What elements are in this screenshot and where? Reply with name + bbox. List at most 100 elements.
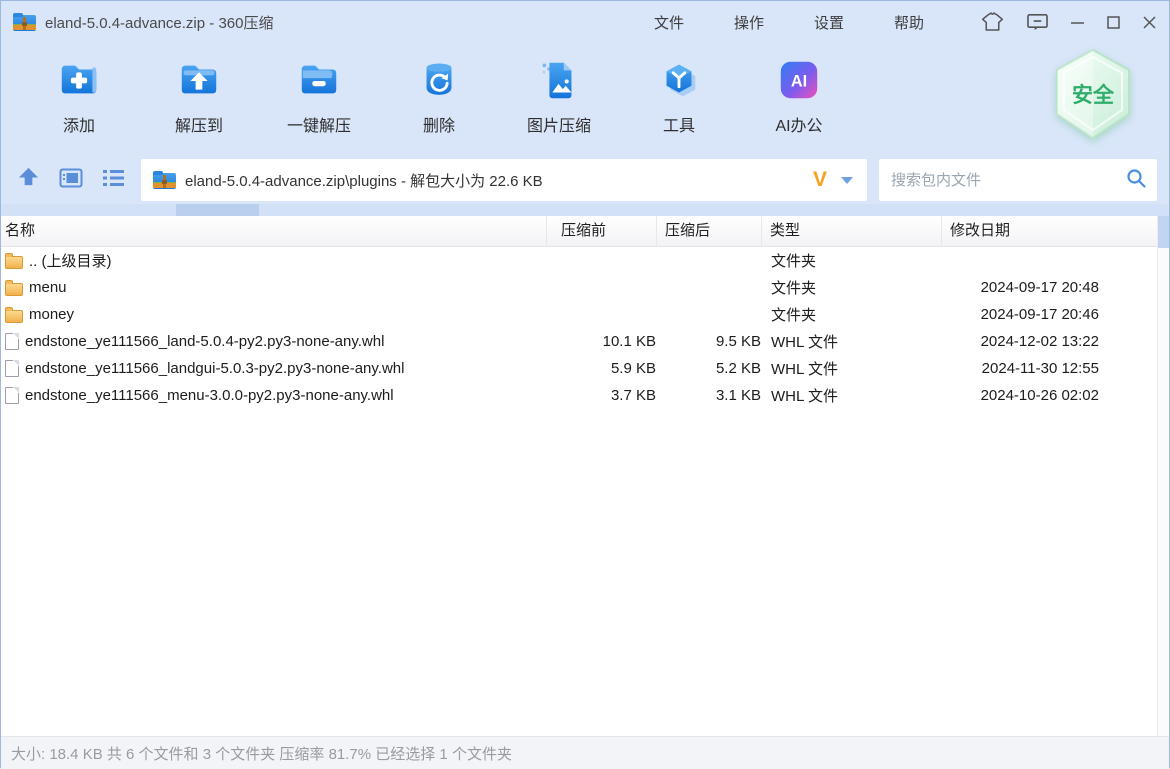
toolbar-label: 添加 bbox=[63, 112, 95, 136]
address-row: eland-5.0.4-advance.zip\plugins - 解包大小为 … bbox=[1, 156, 1169, 204]
extract-to-button[interactable]: 解压到 bbox=[139, 57, 259, 136]
file-icon bbox=[5, 387, 19, 404]
modified-date: 2024-12-02 13:22 bbox=[941, 333, 1157, 350]
file-type: 文件夹 bbox=[761, 277, 941, 298]
image-compress-icon bbox=[536, 57, 582, 103]
titlebar-icons bbox=[980, 1, 1157, 43]
vertical-scrollbar-thumb[interactable] bbox=[1158, 216, 1169, 248]
modified-date: 2024-09-17 20:48 bbox=[941, 279, 1157, 296]
modified-date: 2024-09-17 20:46 bbox=[941, 306, 1157, 323]
status-bar: 大小: 18.4 KB 共 6 个文件和 3 个文件夹 压缩率 81.7% 已经… bbox=[1, 736, 1169, 769]
file-name: money bbox=[29, 306, 74, 323]
toolbar-label: 删除 bbox=[423, 112, 455, 136]
extract-to-icon bbox=[176, 57, 222, 103]
v-logo: V bbox=[813, 168, 827, 192]
modified-date: 2024-11-30 12:55 bbox=[941, 360, 1157, 377]
horizontal-scrollbar-thumb[interactable] bbox=[176, 204, 259, 216]
menu-settings[interactable]: 设置 bbox=[789, 12, 869, 33]
file-name: .. (上级目录) bbox=[29, 250, 112, 271]
address-bar[interactable]: eland-5.0.4-advance.zip\plugins - 解包大小为 … bbox=[141, 159, 867, 201]
file-list: 名称 压缩前 压缩后 类型 修改日期 .. (上级目录) 文件夹 menu 文件… bbox=[1, 216, 1169, 736]
svg-text:AI: AI bbox=[791, 73, 807, 91]
delete-icon bbox=[416, 57, 462, 103]
toolbar-label: 解压到 bbox=[175, 112, 223, 136]
security-badge[interactable]: 安全 bbox=[1051, 47, 1135, 143]
modified-date: 2024-10-26 02:02 bbox=[941, 387, 1157, 404]
search-box bbox=[879, 159, 1157, 201]
feedback-icon[interactable] bbox=[1026, 12, 1049, 32]
skin-icon[interactable] bbox=[980, 11, 1005, 33]
size-before: 5.9 KB bbox=[546, 360, 656, 377]
search-icon[interactable] bbox=[1125, 167, 1147, 194]
minimize-icon[interactable] bbox=[1070, 15, 1085, 30]
up-level-icon[interactable] bbox=[17, 166, 40, 194]
close-icon[interactable] bbox=[1142, 15, 1157, 30]
folder-icon bbox=[5, 310, 23, 323]
address-dropdown-icon[interactable] bbox=[841, 177, 853, 184]
file-name: endstone_ye111566_land-5.0.4-py2.py3-non… bbox=[25, 333, 384, 350]
one-click-extract-button[interactable]: 一键解压 bbox=[259, 57, 379, 136]
file-type: 文件夹 bbox=[761, 250, 941, 271]
menu-bar: 文件 操作 设置 帮助 bbox=[629, 1, 949, 43]
horizontal-scrollbar[interactable] bbox=[1, 204, 1169, 216]
file-type: WHL 文件 bbox=[761, 358, 941, 379]
file-type: WHL 文件 bbox=[761, 385, 941, 406]
folder-icon bbox=[5, 256, 23, 269]
column-header-size-before[interactable]: 压缩前 bbox=[546, 216, 656, 246]
ai-office-button[interactable]: AI AI办公 bbox=[739, 57, 859, 136]
search-input[interactable] bbox=[889, 171, 1125, 190]
status-text: 大小: 18.4 KB 共 6 个文件和 3 个文件夹 压缩率 81.7% 已经… bbox=[11, 743, 512, 764]
table-row[interactable]: endstone_ye111566_landgui-5.0.3-py2.py3-… bbox=[1, 355, 1157, 382]
title-bar: eland-5.0.4-advance.zip - 360压缩 文件 操作 设置… bbox=[1, 1, 1169, 43]
file-name: endstone_ye111566_menu-3.0.0-py2.py3-non… bbox=[25, 387, 394, 404]
table-row[interactable]: endstone_ye111566_menu-3.0.0-py2.py3-non… bbox=[1, 382, 1157, 409]
table-row[interactable]: endstone_ye111566_land-5.0.4-py2.py3-non… bbox=[1, 328, 1157, 355]
tools-button[interactable]: 工具 bbox=[619, 57, 739, 136]
list-header: 名称 压缩前 压缩后 类型 修改日期 bbox=[1, 216, 1157, 247]
menu-operate[interactable]: 操作 bbox=[709, 12, 789, 33]
column-header-modified[interactable]: 修改日期 bbox=[941, 216, 1157, 246]
size-after: 3.1 KB bbox=[656, 387, 761, 404]
table-row[interactable]: menu 文件夹 2024-09-17 20:48 bbox=[1, 274, 1157, 301]
file-name: menu bbox=[29, 279, 67, 296]
toolbar-label: 一键解压 bbox=[287, 112, 351, 136]
file-type: WHL 文件 bbox=[761, 331, 941, 352]
size-before: 10.1 KB bbox=[546, 333, 656, 350]
app-window: eland-5.0.4-advance.zip - 360压缩 文件 操作 设置… bbox=[0, 0, 1170, 768]
archive-path[interactable]: eland-5.0.4-advance.zip\plugins - 解包大小为 … bbox=[185, 170, 813, 191]
column-header-size-after[interactable]: 压缩后 bbox=[656, 216, 761, 246]
toolbar-label: 图片压缩 bbox=[527, 112, 591, 136]
list-view-icon[interactable] bbox=[102, 168, 125, 193]
add-folder-icon bbox=[56, 57, 102, 103]
size-after: 5.2 KB bbox=[656, 360, 761, 377]
ai-office-icon: AI bbox=[776, 57, 822, 103]
size-after: 9.5 KB bbox=[656, 333, 761, 350]
window-title: eland-5.0.4-advance.zip - 360压缩 bbox=[45, 12, 273, 33]
file-type: 文件夹 bbox=[761, 304, 941, 325]
svg-text:安全: 安全 bbox=[1072, 83, 1115, 107]
delete-button[interactable]: 删除 bbox=[379, 57, 499, 136]
file-name: endstone_ye111566_landgui-5.0.3-py2.py3-… bbox=[25, 360, 404, 377]
toolbar: 添加 解压到 一键解压 删除 图片压缩 bbox=[1, 43, 1169, 156]
archive-zip-icon bbox=[153, 171, 176, 189]
toolbar-label: 工具 bbox=[663, 112, 695, 136]
image-compress-button[interactable]: 图片压缩 bbox=[499, 57, 619, 136]
file-icon bbox=[5, 333, 19, 350]
app-zip-icon bbox=[13, 13, 36, 31]
add-button[interactable]: 添加 bbox=[19, 57, 139, 136]
nav-icons bbox=[13, 166, 129, 194]
preview-pane-icon[interactable] bbox=[59, 168, 83, 193]
column-header-type[interactable]: 类型 bbox=[761, 216, 941, 246]
one-click-extract-icon bbox=[296, 57, 342, 103]
table-row[interactable]: .. (上级目录) 文件夹 bbox=[1, 247, 1157, 274]
maximize-icon[interactable] bbox=[1106, 15, 1121, 30]
size-before: 3.7 KB bbox=[546, 387, 656, 404]
folder-icon bbox=[5, 283, 23, 296]
menu-help[interactable]: 帮助 bbox=[869, 12, 949, 33]
tools-icon bbox=[656, 57, 702, 103]
file-icon bbox=[5, 360, 19, 377]
column-header-name[interactable]: 名称 bbox=[1, 216, 546, 246]
menu-file[interactable]: 文件 bbox=[629, 12, 709, 33]
table-row[interactable]: money 文件夹 2024-09-17 20:46 bbox=[1, 301, 1157, 328]
vertical-scrollbar[interactable] bbox=[1157, 216, 1169, 736]
